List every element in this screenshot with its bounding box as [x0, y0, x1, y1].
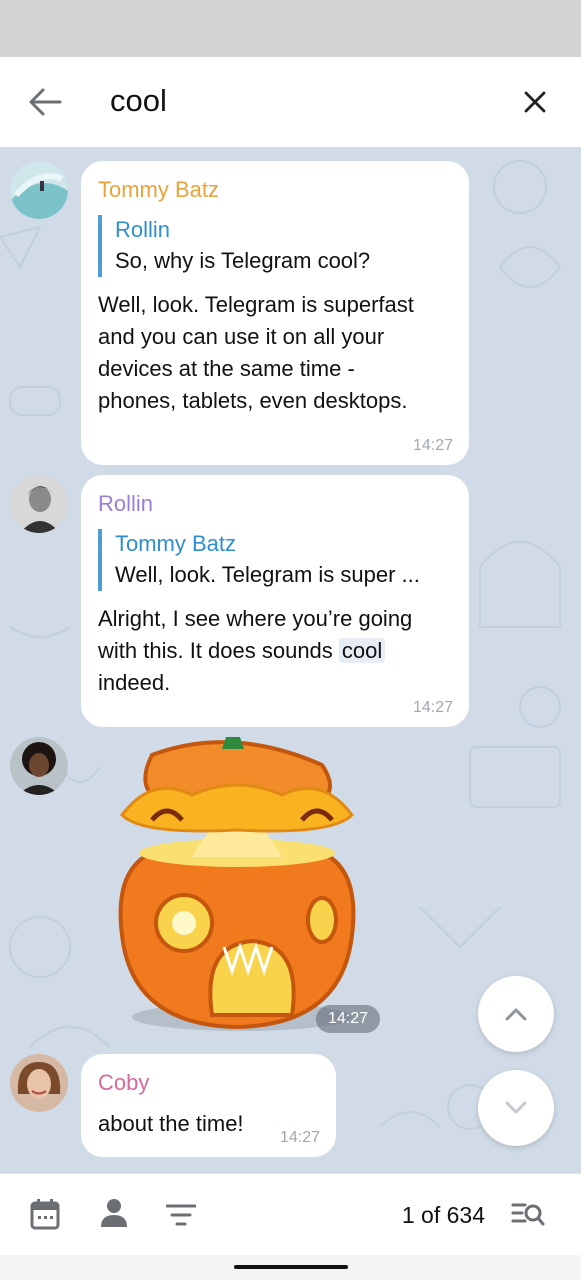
avatar-user[interactable]	[10, 737, 68, 795]
message-time: 14:27	[412, 437, 453, 454]
search-highlight: cool	[338, 638, 386, 663]
next-result-button[interactable]	[478, 1070, 554, 1146]
previous-result-button[interactable]	[478, 976, 554, 1052]
pumpkin-sticker[interactable]	[112, 735, 362, 1035]
avatar-coby[interactable]	[10, 1054, 68, 1112]
message-sender: Rollin	[98, 491, 154, 516]
message-text: Alright, I see where you’re going with t…	[98, 606, 413, 695]
reply-text: Well, look. Telegram is super ...	[115, 562, 420, 587]
message-bubble[interactable]: Rollin Tommy Batz Well, look. Telegram i…	[81, 475, 469, 727]
home-indicator[interactable]	[234, 1265, 348, 1269]
message-sender: Tommy Batz	[98, 177, 220, 202]
close-icon[interactable]	[523, 90, 547, 114]
chat-area[interactable]: Tommy Batz Rollin So, why is Telegram co…	[0, 147, 581, 1173]
avatar-tommy-batz[interactable]	[10, 161, 68, 219]
reply-sender: Tommy Batz	[115, 531, 237, 556]
reply-quote[interactable]: Tommy Batz Well, look. Telegram is super…	[98, 529, 453, 591]
avatar-rollin[interactable]	[10, 475, 68, 533]
calendar-icon[interactable]	[30, 1198, 60, 1230]
search-bottom-bar: 1 of 634	[0, 1173, 581, 1255]
status-bar	[0, 0, 581, 57]
list-search-icon[interactable]	[511, 1202, 545, 1228]
system-navigation-bar	[0, 1255, 581, 1280]
message-text: Well, look. Telegram is superfast and yo…	[98, 292, 414, 413]
reply-text: So, why is Telegram cool?	[115, 248, 371, 273]
reply-sender: Rollin	[115, 217, 171, 242]
person-icon[interactable]	[100, 1198, 128, 1228]
message-bubble[interactable]: Coby about the time! 14:27	[81, 1054, 336, 1157]
filter-icon[interactable]	[166, 1204, 196, 1226]
search-header	[0, 57, 581, 147]
message-bubble[interactable]: Tommy Batz Rollin So, why is Telegram co…	[81, 161, 469, 465]
chevron-down-icon	[505, 1101, 527, 1114]
message-sender: Coby	[98, 1070, 150, 1095]
result-counter: 1 of 634	[401, 1202, 485, 1228]
search-input[interactable]	[110, 83, 490, 119]
message-time: 14:27	[412, 699, 453, 716]
message-time: 14:27	[279, 1129, 320, 1146]
sticker-time: 14:27	[316, 1005, 380, 1033]
back-arrow-icon[interactable]	[28, 87, 62, 117]
reply-quote[interactable]: Rollin So, why is Telegram cool?	[98, 215, 453, 277]
chevron-up-icon	[505, 1008, 527, 1021]
